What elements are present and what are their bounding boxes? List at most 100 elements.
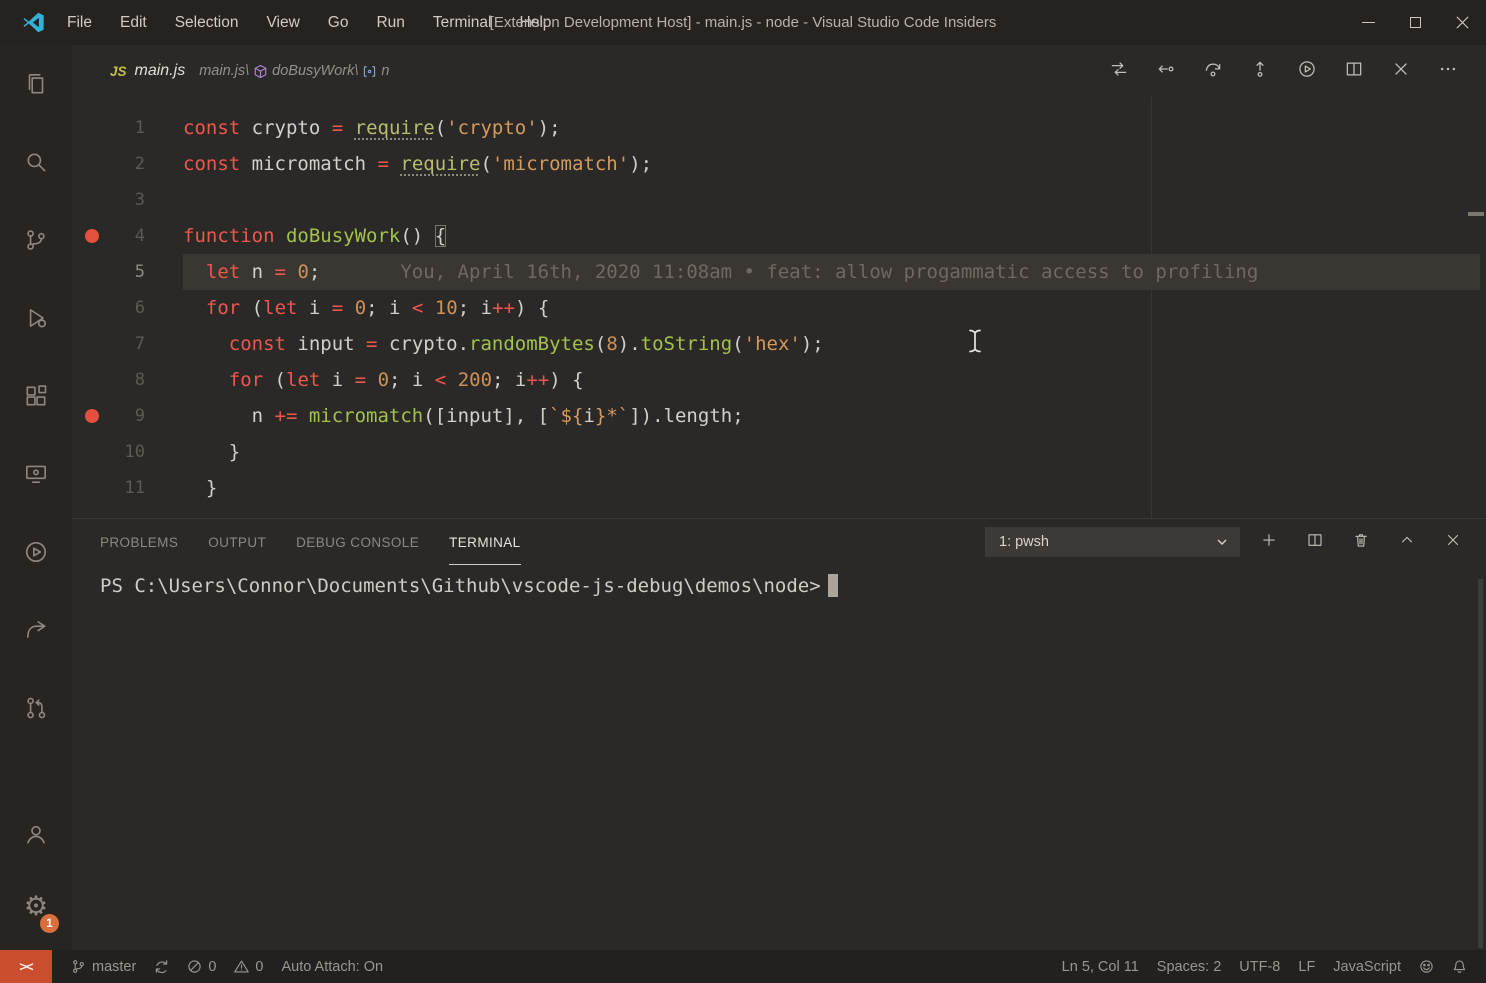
terminal-scrollbar[interactable]: [1478, 579, 1483, 948]
token: `${: [549, 405, 583, 427]
statusbar-encoding[interactable]: UTF-8: [1230, 950, 1289, 983]
breadcrumb-item-2[interactable]: doBusyWork\: [272, 63, 358, 79]
menu-run[interactable]: Run: [362, 0, 418, 45]
token: n: [183, 405, 275, 427]
breakpoint-gutter-6[interactable]: [72, 290, 112, 326]
editor-tab-main-js[interactable]: main.js: [135, 62, 186, 80]
open-changes-button[interactable]: [1109, 59, 1129, 84]
token: [240, 297, 251, 319]
maximize-panel-button[interactable]: [1398, 531, 1416, 554]
activity-pull-request[interactable]: [0, 669, 72, 747]
panel-action-icons: [1260, 531, 1462, 554]
statusbar-notifications[interactable]: [1443, 950, 1476, 983]
new-terminal-button[interactable]: [1260, 531, 1278, 554]
close-editor-button[interactable]: [1391, 59, 1411, 84]
breadcrumb-item-0[interactable]: main.js\: [199, 63, 249, 79]
minimize-button[interactable]: [1345, 0, 1392, 45]
activity-run-circle[interactable]: [0, 513, 72, 591]
panel-tab-terminal[interactable]: TERMINAL: [449, 519, 520, 565]
code-line-7[interactable]: 7 const input = crypto.randomBytes(8).to…: [72, 326, 1486, 362]
breakpoint-gutter-4[interactable]: [72, 218, 112, 254]
breakpoint-gutter-11[interactable]: [72, 470, 112, 506]
panel-tab-problems[interactable]: PROBLEMS: [100, 519, 178, 565]
activity-source-control[interactable]: [0, 201, 72, 279]
maximize-button[interactable]: [1392, 0, 1439, 45]
close-panel-button[interactable]: [1444, 531, 1462, 554]
code-line-11[interactable]: 11 }: [72, 470, 1486, 506]
token: ++: [492, 297, 515, 319]
step-back-button[interactable]: [1156, 59, 1176, 84]
run-circle-icon: [23, 539, 49, 565]
panel-tab-debug-console[interactable]: DEBUG CONSOLE: [296, 519, 419, 565]
title-bar: FileEditSelectionViewGoRunTerminalHelp […: [0, 0, 1486, 45]
split-editor-button[interactable]: [1344, 59, 1364, 84]
code-line-2[interactable]: 2const micromatch = require('micromatch'…: [72, 146, 1486, 182]
code-line-5[interactable]: 5 let n = 0;You, April 16th, 2020 11:08a…: [72, 254, 1486, 290]
statusbar-errors[interactable]: 0: [178, 950, 225, 983]
panel-tab-output[interactable]: OUTPUT: [208, 519, 266, 565]
activity-run-debug[interactable]: [0, 279, 72, 357]
statusbar-sync[interactable]: [145, 950, 178, 983]
activity-live-share[interactable]: [0, 591, 72, 669]
token: i: [412, 369, 435, 391]
settings-badge: 1: [40, 914, 59, 933]
breadcrumb-item-4[interactable]: n: [381, 63, 389, 79]
code-line-6[interactable]: 6 for (let i = 0; i < 10; i++) {: [72, 290, 1486, 326]
code-line-1[interactable]: 1const crypto = require('crypto');: [72, 110, 1486, 146]
breakpoint-gutter-8[interactable]: [72, 362, 112, 398]
run-profile-button[interactable]: [1297, 59, 1317, 84]
activity-account[interactable]: [0, 798, 72, 870]
code-line-4[interactable]: 4function doBusyWork() {: [72, 218, 1486, 254]
activity-remote-explorer[interactable]: [0, 435, 72, 513]
token: const: [183, 117, 240, 139]
step-over-button[interactable]: [1203, 59, 1223, 84]
breakpoint-gutter-9[interactable]: [72, 398, 112, 434]
menu-edit[interactable]: Edit: [106, 0, 161, 45]
code-line-10[interactable]: 10 }: [72, 434, 1486, 470]
step-out-button[interactable]: [1250, 59, 1270, 84]
breakpoint-gutter-1[interactable]: [72, 110, 112, 146]
breakpoint-gutter-7[interactable]: [72, 326, 112, 362]
extensions-icon: [23, 383, 49, 409]
split-terminal-button[interactable]: [1306, 531, 1324, 554]
menu-go[interactable]: Go: [314, 0, 363, 45]
activity-extensions[interactable]: [0, 357, 72, 435]
statusbar-language[interactable]: JavaScript: [1324, 950, 1410, 983]
token: input: [446, 405, 503, 427]
terminal-view[interactable]: PS C:\Users\Connor\Documents\Github\vsco…: [72, 565, 1486, 950]
remote-indicator[interactable]: ><: [0, 950, 52, 983]
code-line-9[interactable]: 9 n += micromatch([input], [`${i}*`]).le…: [72, 398, 1486, 434]
menu-file[interactable]: File: [53, 0, 106, 45]
activity-search[interactable]: [0, 123, 72, 201]
activity-explorer[interactable]: [0, 45, 72, 123]
activity-settings[interactable]: ⚙1: [0, 870, 72, 942]
breakpoint-gutter-10[interactable]: [72, 434, 112, 470]
statusbar-branch[interactable]: master: [62, 950, 145, 983]
kill-terminal-button[interactable]: [1352, 531, 1370, 554]
statusbar-feedback[interactable]: [1410, 950, 1443, 983]
line-content-6: for (let i = 0; i < 10; i++) {: [183, 290, 1486, 326]
breakpoint-gutter-5[interactable]: [72, 254, 112, 290]
statusbar-auto-attach[interactable]: Auto Attach: On: [272, 950, 392, 983]
breakpoint-gutter-2[interactable]: [72, 146, 112, 182]
code-line-8[interactable]: 8 for (let i = 0; i < 200; i++) {: [72, 362, 1486, 398]
breakpoint-gutter-3[interactable]: [72, 182, 112, 218]
token: i: [389, 297, 412, 319]
statusbar-indentation[interactable]: Spaces: 2: [1148, 950, 1231, 983]
statusbar-eol[interactable]: LF: [1289, 950, 1324, 983]
code-line-3[interactable]: 3: [72, 182, 1486, 218]
menu-view[interactable]: View: [252, 0, 313, 45]
terminal-prompt-line: PS C:\Users\Connor\Documents\Github\vsco…: [100, 574, 1486, 597]
statusbar-warnings[interactable]: 0: [225, 950, 272, 983]
token: length: [664, 405, 733, 427]
more-actions-button[interactable]: [1438, 59, 1458, 84]
statusbar-cursor-position[interactable]: Ln 5, Col 11: [1053, 950, 1148, 983]
bell-icon: [1452, 959, 1467, 974]
code-editor[interactable]: 1const crypto = require('crypto');2const…: [72, 97, 1486, 518]
menu-selection[interactable]: Selection: [161, 0, 253, 45]
token: i: [583, 405, 594, 427]
token: <: [435, 369, 446, 391]
remote-icon: ><: [19, 959, 32, 974]
close-window-button[interactable]: [1439, 0, 1486, 45]
terminal-instance-select[interactable]: 1: pwsh: [985, 527, 1240, 557]
